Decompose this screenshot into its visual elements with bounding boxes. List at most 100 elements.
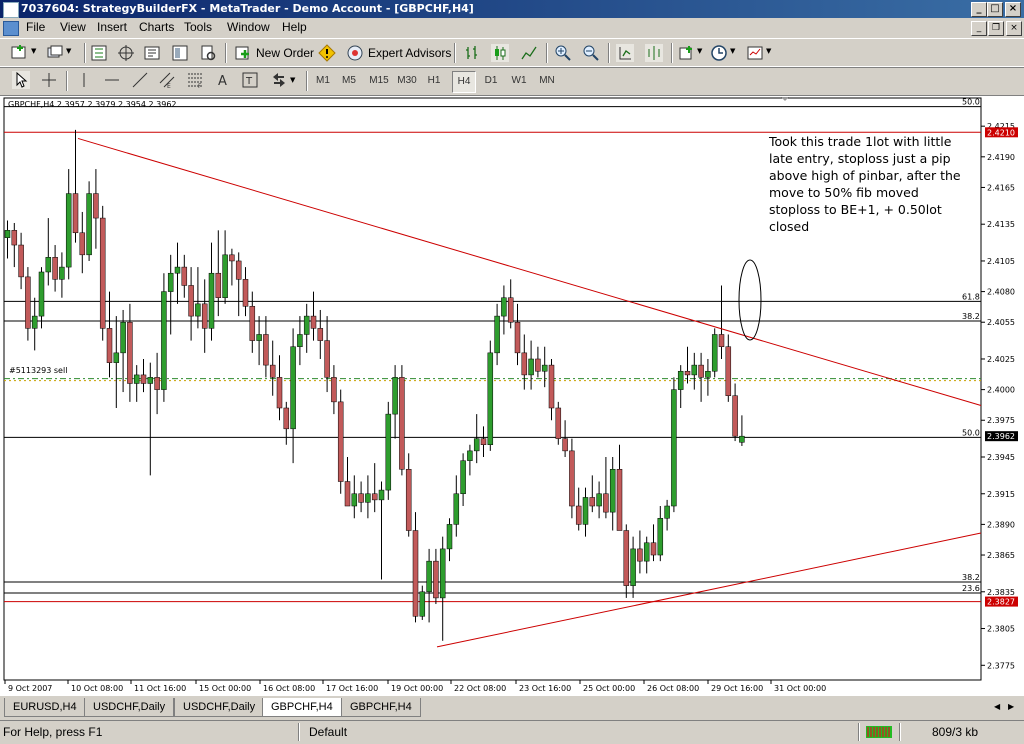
- price-label-text: 2.3827: [987, 598, 1015, 607]
- periods-clock-icon[interactable]: [710, 44, 728, 62]
- timeframe-m15[interactable]: M15: [366, 71, 392, 91]
- fib-level-label: 23.6: [962, 584, 980, 593]
- status-divider: [298, 723, 300, 741]
- dropdown-arrow-icon[interactable]: ▼: [766, 47, 771, 55]
- menu-file[interactable]: File: [26, 18, 45, 37]
- text-icon[interactable]: A: [214, 71, 232, 89]
- new-order-button[interactable]: New Order: [256, 42, 314, 64]
- toolbar-separator: [671, 43, 673, 63]
- candle-body: [589, 497, 596, 507]
- arrows-icon[interactable]: [270, 71, 288, 89]
- dropdown-arrow-icon[interactable]: ▼: [290, 76, 295, 84]
- menu-charts[interactable]: Charts: [139, 18, 174, 37]
- candle-body: [303, 315, 310, 335]
- navigator-icon[interactable]: [117, 44, 135, 62]
- chart-header: GBPCHF,H4 2.3957 2.3979 2.3954 2.3962: [8, 100, 177, 109]
- timeframe-m5[interactable]: M5: [338, 71, 360, 91]
- candlestick-chart-icon[interactable]: [491, 44, 509, 62]
- tab-scroll-right-icon[interactable]: ▶: [1008, 702, 1014, 711]
- equidistant-channel-icon[interactable]: E: [158, 71, 176, 89]
- timeframe-h1[interactable]: H1: [423, 71, 445, 91]
- dropdown-arrow-icon[interactable]: ▼: [730, 47, 735, 55]
- terminal-icon[interactable]: [143, 44, 161, 62]
- maximize-button[interactable]: □: [987, 2, 1003, 17]
- timeframe-d1[interactable]: D1: [480, 71, 502, 91]
- candle-body: [494, 315, 500, 354]
- new-order-icon[interactable]: [234, 44, 252, 62]
- market-watch-icon[interactable]: [90, 44, 108, 62]
- profiles-icon[interactable]: [46, 44, 64, 62]
- cursor-icon[interactable]: [12, 71, 30, 89]
- menu-help[interactable]: Help: [282, 18, 307, 37]
- price-tick-label: 2.3835: [987, 588, 1015, 597]
- annotation-line: move to 50% fib moved: [769, 185, 919, 200]
- fibonacci-icon[interactable]: F: [186, 71, 204, 89]
- bar-chart-icon[interactable]: [463, 44, 481, 62]
- zoom-in-icon[interactable]: [554, 44, 572, 62]
- data-window-icon[interactable]: [171, 44, 189, 62]
- tab-usdchf-daily[interactable]: USDCHF,Daily: [174, 698, 265, 717]
- time-tick-label: 16 Oct 08:00: [263, 684, 315, 693]
- timeframe-h4[interactable]: H4: [452, 71, 476, 93]
- menu-view[interactable]: View: [60, 18, 86, 37]
- timeframe-m1[interactable]: M1: [312, 71, 334, 91]
- tab-scroll-left-icon[interactable]: ◀: [994, 702, 1000, 711]
- zoom-out-icon[interactable]: [582, 44, 600, 62]
- timeframe-w1[interactable]: W1: [507, 71, 531, 91]
- text-label-icon[interactable]: T: [241, 71, 259, 89]
- price-chart[interactable]: 50.061.838.250.038.223.6 2.42152.41902.4…: [0, 96, 1024, 696]
- menu-tools[interactable]: Tools: [184, 18, 212, 37]
- close-button[interactable]: ×: [1005, 2, 1021, 17]
- candle-body: [677, 370, 684, 390]
- candle-body: [113, 352, 120, 363]
- toolbar-separator: [306, 71, 308, 91]
- dropdown-arrow-icon[interactable]: ▼: [31, 47, 36, 55]
- templates-icon[interactable]: [746, 44, 764, 62]
- candle-body: [344, 481, 351, 507]
- candle-body: [249, 306, 256, 341]
- candle-body: [229, 254, 235, 262]
- mdi-restore-button[interactable]: ❐: [988, 21, 1004, 36]
- indicators-icon[interactable]: [678, 44, 696, 62]
- candle-body: [725, 346, 732, 396]
- crosshair-icon[interactable]: [40, 71, 58, 89]
- vertical-line-icon[interactable]: [75, 71, 93, 89]
- new-chart-icon[interactable]: [10, 44, 28, 62]
- timeframe-m30[interactable]: M30: [394, 71, 420, 91]
- time-tick-label: 31 Oct 00:00: [774, 684, 826, 693]
- minimize-button[interactable]: _: [971, 2, 987, 17]
- trendline-icon[interactable]: [131, 71, 149, 89]
- chart-window[interactable]: 50.0 61.8 38.2 50.0 38.2 23.6 2.4215 2.4190 2.4…: [0, 95, 1024, 696]
- strategy-tester-icon[interactable]: [199, 44, 217, 62]
- expert-advisors-icon[interactable]: [346, 44, 364, 62]
- candle-body: [664, 505, 670, 519]
- time-tick-label: 17 Oct 16:00: [326, 684, 378, 693]
- candle-body: [154, 377, 160, 390]
- expert-advisors-button[interactable]: Expert Advisors: [368, 42, 451, 64]
- warning-icon[interactable]: [318, 44, 336, 62]
- candle-body: [501, 297, 507, 317]
- dropdown-arrow-icon[interactable]: ▼: [697, 47, 702, 55]
- price-tick-label: 2.3775: [987, 661, 1015, 670]
- timeframe-mn[interactable]: MN: [535, 71, 559, 91]
- line-chart-icon[interactable]: [520, 44, 538, 62]
- toolbar-separator: [66, 71, 68, 91]
- time-tick-label: 19 Oct 00:00: [391, 684, 443, 693]
- dropdown-arrow-icon[interactable]: ▼: [66, 47, 71, 55]
- chart-shift-icon[interactable]: [645, 44, 663, 62]
- mdi-close-button[interactable]: ×: [1006, 21, 1022, 36]
- candle-body: [276, 377, 283, 409]
- candle-body: [106, 328, 113, 363]
- fib-level-label: 38.2: [962, 312, 980, 321]
- horizontal-line-icon[interactable]: [103, 71, 121, 89]
- menu-window[interactable]: Window: [227, 18, 270, 37]
- tab-usdchf-daily[interactable]: USDCHF,Daily: [84, 698, 175, 717]
- candle-body: [79, 232, 86, 256]
- tab-eurusd-h4[interactable]: EURUSD,H4: [4, 698, 86, 717]
- auto-scroll-icon[interactable]: [616, 44, 634, 62]
- tab-gbpchf-h4[interactable]: GBPCHF,H4: [341, 698, 421, 717]
- menu-insert[interactable]: Insert: [97, 18, 127, 37]
- tab-gbpchf-h4[interactable]: GBPCHF,H4: [262, 698, 342, 717]
- mdi-minimize-button[interactable]: _: [971, 21, 987, 36]
- candle-body: [208, 272, 215, 329]
